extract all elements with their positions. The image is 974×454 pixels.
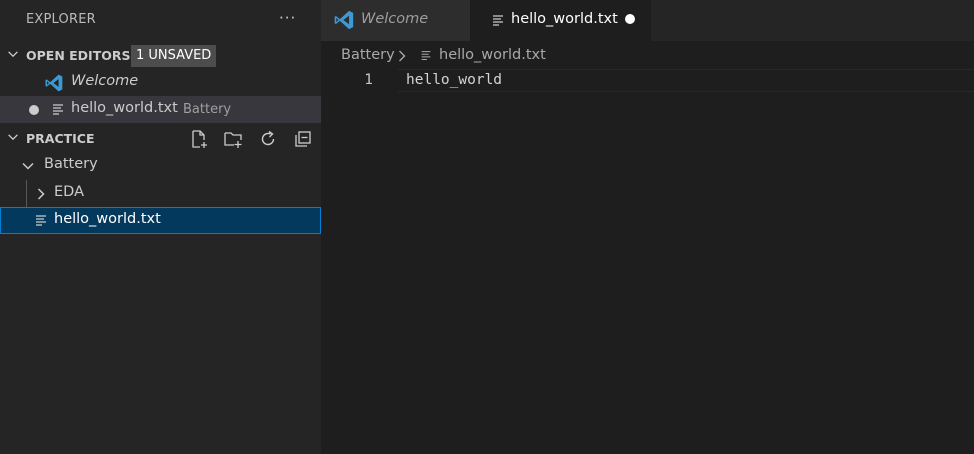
chevron-right-icon bbox=[37, 188, 45, 200]
practice-title: PRACTICE bbox=[26, 131, 95, 146]
editor-tab-bar: Welcome hello_world.txt bbox=[321, 0, 974, 41]
explorer-sidebar: EXPLORER ··· OPEN EDITORS 1 UNSAVED Welc… bbox=[0, 0, 321, 454]
new-folder-icon[interactable] bbox=[223, 129, 243, 149]
chevron-down-icon bbox=[8, 51, 18, 58]
text-file-icon bbox=[53, 104, 63, 115]
tab-welcome[interactable]: Welcome bbox=[321, 0, 470, 41]
chevron-down-icon bbox=[22, 162, 34, 170]
open-editor-description: Battery bbox=[183, 102, 232, 117]
tree-folder-eda[interactable]: EDA bbox=[0, 180, 321, 207]
breadcrumb-folder[interactable]: Battery bbox=[341, 47, 395, 63]
text-file-icon bbox=[421, 51, 431, 61]
vscode-logo-icon bbox=[334, 10, 354, 30]
collapse-all-icon[interactable] bbox=[293, 129, 313, 149]
breadcrumb-file[interactable]: hello_world.txt bbox=[439, 47, 546, 63]
tree-file-hello-world[interactable]: hello_world.txt bbox=[0, 207, 321, 234]
chevron-down-icon bbox=[8, 134, 18, 141]
vscode-logo-icon bbox=[45, 74, 63, 92]
open-editor-label: hello_world.txt bbox=[71, 100, 178, 116]
vscode-window: EXPLORER ··· OPEN EDITORS 1 UNSAVED Welc… bbox=[0, 0, 974, 454]
open-editor-welcome[interactable]: Welcome bbox=[0, 69, 321, 96]
open-editor-hello-world[interactable]: hello_world.txt Battery bbox=[0, 96, 321, 123]
tab-hello-world[interactable]: hello_world.txt bbox=[470, 0, 651, 41]
new-file-icon[interactable] bbox=[189, 129, 209, 149]
more-actions-icon[interactable]: ··· bbox=[279, 9, 296, 27]
text-file-icon bbox=[493, 15, 503, 26]
breadcrumb: Battery hello_world.txt bbox=[321, 41, 974, 69]
open-editor-label: Welcome bbox=[71, 73, 139, 89]
tab-label: hello_world.txt bbox=[511, 11, 618, 27]
sidebar-title-bar: EXPLORER ··· bbox=[0, 0, 321, 40]
tab-label: Welcome bbox=[361, 11, 429, 27]
code-line[interactable]: hello_world bbox=[406, 72, 502, 88]
line-number: 1 bbox=[364, 72, 373, 88]
tree-item-label: hello_world.txt bbox=[54, 211, 161, 227]
unsaved-dot-icon[interactable] bbox=[29, 105, 39, 115]
refresh-icon[interactable] bbox=[258, 129, 278, 149]
tree-item-label: Battery bbox=[44, 156, 98, 172]
unsaved-dot-icon[interactable] bbox=[625, 14, 635, 24]
open-editors-title: OPEN EDITORS bbox=[26, 48, 131, 63]
open-editors-header[interactable]: OPEN EDITORS 1 UNSAVED bbox=[0, 43, 321, 69]
chevron-right-icon bbox=[399, 50, 406, 62]
unsaved-badge: 1 UNSAVED bbox=[131, 45, 217, 67]
text-editor[interactable]: 1 hello_world bbox=[321, 69, 974, 454]
text-file-icon bbox=[36, 215, 46, 226]
sidebar-title: EXPLORER bbox=[26, 12, 96, 27]
tree-item-label: EDA bbox=[54, 184, 84, 200]
practice-folder-header[interactable]: PRACTICE bbox=[0, 126, 321, 152]
tree-folder-battery[interactable]: Battery bbox=[0, 152, 321, 179]
